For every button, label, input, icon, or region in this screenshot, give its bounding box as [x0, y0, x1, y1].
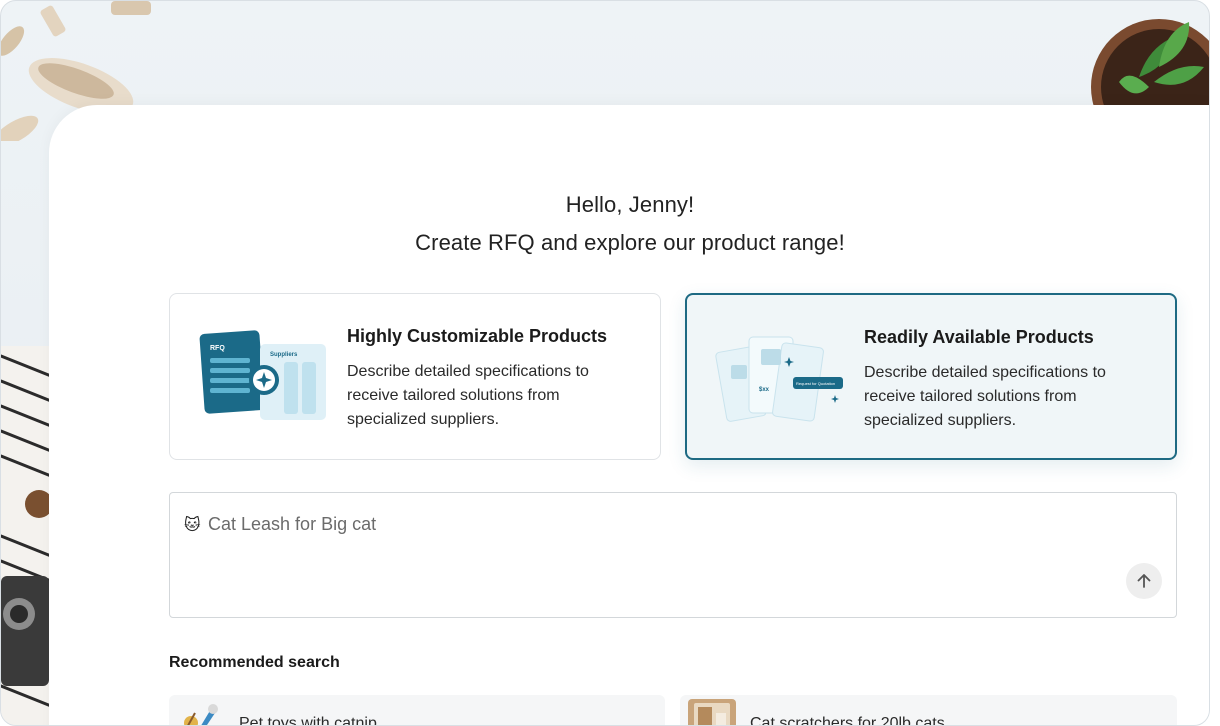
suppliers-label: Suppliers: [270, 352, 298, 358]
app-frame: Hello, Jenny! Create RFQ and explore our…: [0, 0, 1210, 726]
card-description: Describe detailed specifications to rece…: [347, 363, 589, 428]
price-label: $xx: [759, 387, 770, 393]
quotation-button-label: Request for Quotation: [796, 381, 835, 386]
card-title: Readily Available Products: [864, 327, 1094, 347]
rfq-prompt-input[interactable]: 🐱 Cat Leash for Big cat: [169, 492, 1177, 618]
rfq-label: RFQ: [210, 345, 225, 352]
cat-emoji: 🐱: [184, 517, 201, 534]
card-customizable-products[interactable]: RFQ Suppliers Highly Customizable Produc…: [169, 293, 661, 460]
greeting-subtitle: Create RFQ and explore our product range…: [415, 230, 845, 255]
main-panel: Hello, Jenny! Create RFQ and explore our…: [49, 105, 1209, 726]
decorative-plant: [1091, 19, 1209, 107]
cat-scratcher-thumbnail: [688, 699, 736, 725]
pet-toys-thumbnail: [177, 699, 225, 725]
rfq-suppliers-illustration: RFQ Suppliers: [199, 330, 326, 420]
card-readily-available-products[interactable]: $xx Request for Quotation Readily Availa…: [685, 293, 1177, 460]
send-button[interactable]: [1126, 563, 1162, 599]
recommended-search-text: Cat scratchers for 20lb cats: [750, 715, 945, 726]
recommended-search-item[interactable]: Pet toys with catnip: [169, 695, 665, 726]
greeting-title: Hello, Jenny!: [565, 192, 695, 217]
recommended-search-item[interactable]: Cat scratchers for 20lb cats: [680, 695, 1177, 726]
recommended-search-heading: Recommended search: [169, 654, 340, 671]
card-description: Describe detailed specifications to rece…: [864, 364, 1106, 429]
card-title: Highly Customizable Products: [347, 326, 608, 346]
recommended-search-text: Pet toys with catnip: [239, 715, 377, 726]
prompt-placeholder: Cat Leash for Big cat: [208, 514, 377, 534]
arrow-up-icon: [1137, 574, 1151, 588]
product-quotation-illustration: $xx Request for Quotation: [715, 336, 843, 422]
